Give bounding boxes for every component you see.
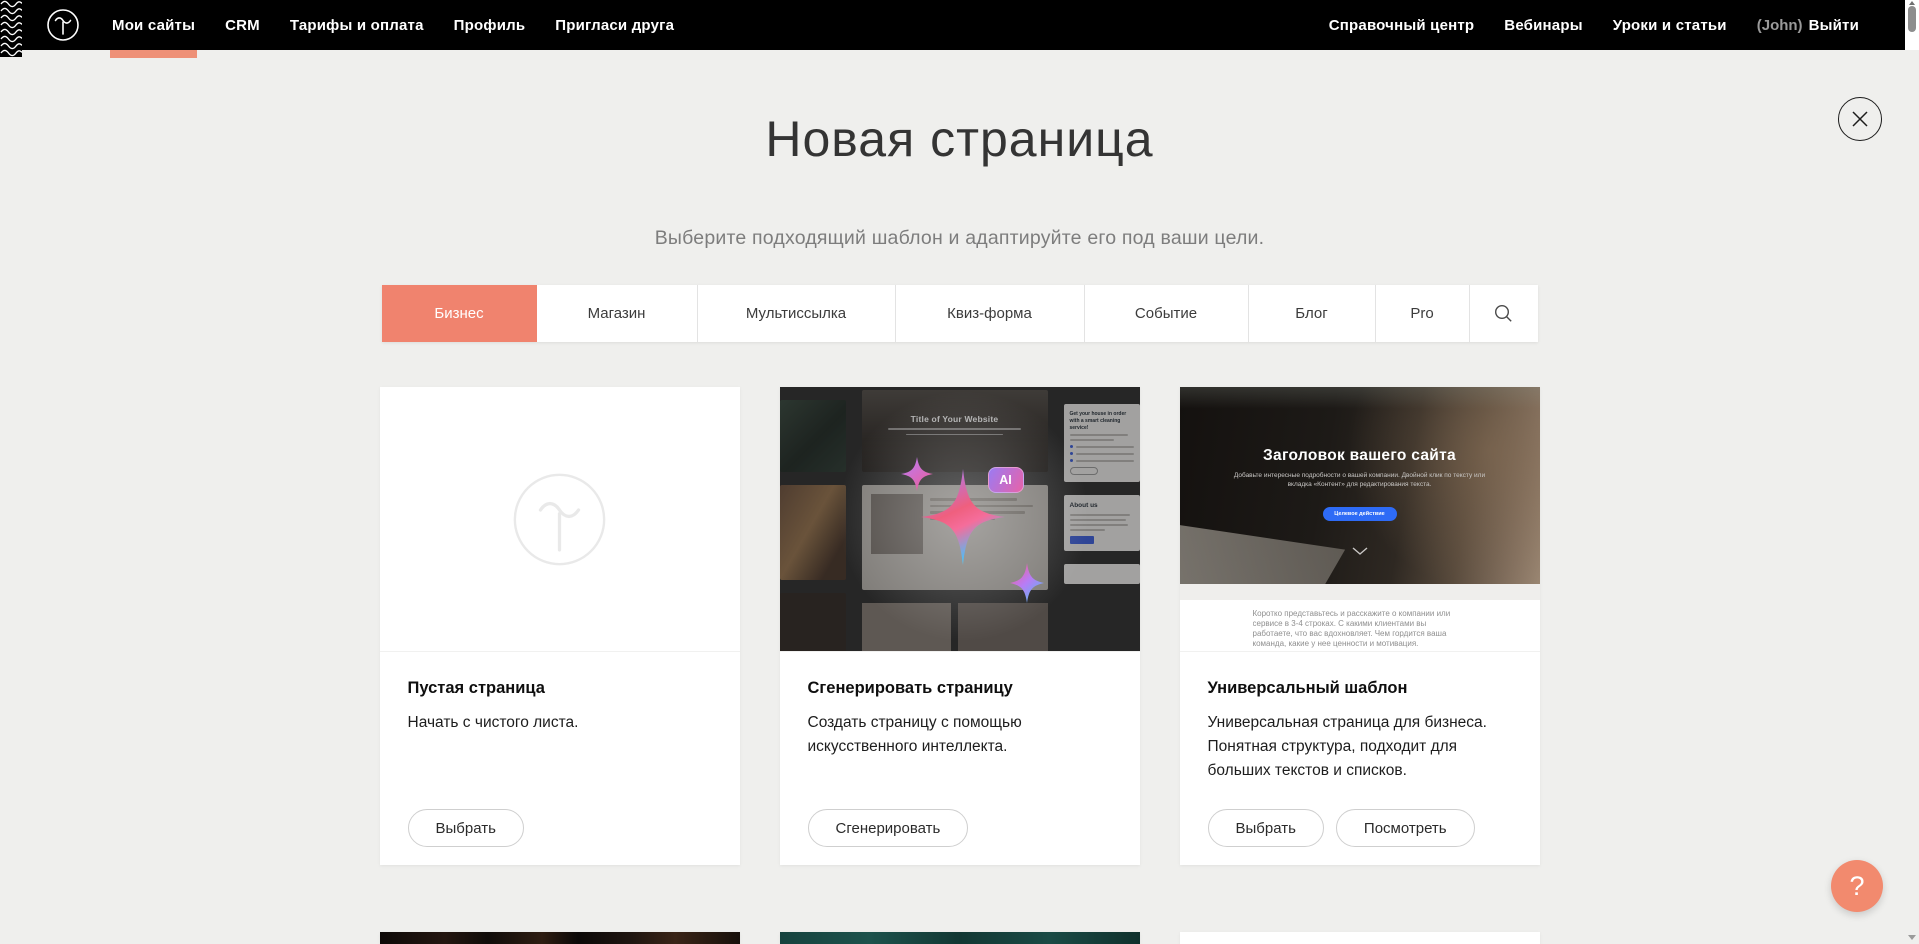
template-category-tabs: Бизнес Магазин Мультиссылка Квиз-форма С… bbox=[382, 285, 1538, 342]
tab-multilink[interactable]: Мультиссылка bbox=[698, 285, 896, 342]
tilda-logo[interactable] bbox=[43, 5, 83, 45]
chevron-down-icon bbox=[1352, 547, 1368, 555]
top-navbar: Мои сайты CRM Тарифы и оплата Профиль Пр… bbox=[0, 0, 1905, 50]
tab-blog[interactable]: Блог bbox=[1249, 285, 1376, 342]
tab-quiz-form[interactable]: Квиз-форма bbox=[896, 285, 1085, 342]
card-title: Универсальный шаблон bbox=[1208, 679, 1512, 698]
nav-invite-friend[interactable]: Пригласи друга bbox=[555, 0, 674, 50]
card-ai-generate: Title of Your Website bbox=[780, 387, 1140, 865]
new-page-dialog: Мои сайты CRM Тарифы и оплата Профиль Пр… bbox=[0, 0, 1919, 944]
close-button[interactable] bbox=[1838, 97, 1882, 141]
tilda-waves-decoration bbox=[0, 0, 22, 57]
page-subtitle: Выберите подходящий шаблон и адаптируйте… bbox=[0, 227, 1919, 250]
page-title: Новая страница bbox=[0, 110, 1919, 168]
close-icon bbox=[1850, 109, 1870, 129]
card-description: Начать с чистого листа. bbox=[408, 711, 712, 735]
search-icon bbox=[1493, 303, 1514, 324]
secondary-menu: Справочный центр Вебинары Уроки и статьи… bbox=[1329, 17, 1859, 34]
template-card-partial[interactable] bbox=[780, 932, 1140, 944]
universal-template-preview: Заголовок вашего сайта Добавьте интересн… bbox=[1180, 387, 1540, 652]
select-blank-button[interactable]: Выбрать bbox=[408, 809, 524, 847]
logout-link[interactable]: Выйти bbox=[1809, 17, 1859, 34]
ai-sparkles-icon bbox=[780, 387, 1140, 652]
template-hero-subtext: Добавьте интересные подробности о вашей … bbox=[1234, 472, 1486, 489]
main-menu: Мои сайты CRM Тарифы и оплата Профиль Пр… bbox=[112, 0, 674, 50]
generate-button[interactable]: Сгенерировать bbox=[808, 809, 969, 847]
template-cards-row-2 bbox=[380, 932, 1540, 944]
nav-profile[interactable]: Профиль bbox=[454, 0, 526, 50]
card-title: Пустая страница bbox=[408, 679, 712, 698]
tilda-watermark-icon bbox=[512, 472, 607, 567]
search-tab[interactable] bbox=[1470, 285, 1538, 342]
nav-my-sites[interactable]: Мои сайты bbox=[112, 0, 195, 50]
scrollbar-down-arrow[interactable] bbox=[1908, 935, 1916, 940]
card-universal-template: Заголовок вашего сайта Добавьте интересн… bbox=[1180, 387, 1540, 865]
template-cta-button: Целевое действие bbox=[1323, 507, 1397, 521]
nav-tariffs[interactable]: Тарифы и оплата bbox=[290, 0, 424, 50]
tab-business[interactable]: Бизнес bbox=[382, 285, 537, 342]
template-hero-heading: Заголовок вашего сайта bbox=[1180, 447, 1540, 465]
template-body-text: Коротко представьтесь и расскажите о ком… bbox=[1253, 609, 1467, 649]
help-button[interactable]: ? bbox=[1831, 860, 1883, 912]
template-card-partial[interactable] bbox=[380, 932, 740, 944]
template-cards-row: Пустая страница Начать с чистого листа. … bbox=[380, 387, 1540, 865]
template-card-partial[interactable] bbox=[1180, 932, 1540, 944]
card-blank-page: Пустая страница Начать с чистого листа. … bbox=[380, 387, 740, 865]
view-template-button[interactable]: Посмотреть bbox=[1336, 809, 1475, 847]
card-description: Универсальная страница для бизнеса. Поня… bbox=[1208, 711, 1512, 783]
template-hero: Заголовок вашего сайта Добавьте интересн… bbox=[1180, 387, 1540, 584]
nav-crm[interactable]: CRM bbox=[225, 0, 260, 50]
nav-lessons[interactable]: Уроки и статьи bbox=[1613, 17, 1727, 34]
select-template-button[interactable]: Выбрать bbox=[1208, 809, 1324, 847]
nav-help-center[interactable]: Справочный центр bbox=[1329, 17, 1475, 34]
tab-event[interactable]: Событие bbox=[1085, 285, 1249, 342]
ai-template-preview: Title of Your Website bbox=[780, 387, 1140, 652]
tab-pro[interactable]: Pro bbox=[1376, 285, 1470, 342]
card-title: Сгенерировать страницу bbox=[808, 679, 1112, 698]
user-chunk: (John) Выйти bbox=[1757, 17, 1859, 34]
scrollbar-thumb[interactable] bbox=[1908, 6, 1916, 32]
tab-store[interactable]: Магазин bbox=[537, 285, 698, 342]
card-description: Создать страницу с помощью искусственног… bbox=[808, 711, 1112, 759]
ai-badge: AI bbox=[988, 467, 1024, 493]
user-name: (John) bbox=[1757, 17, 1803, 34]
scrollbar-up-arrow[interactable] bbox=[1909, 1, 1915, 5]
blank-page-preview bbox=[380, 387, 740, 652]
nav-webinars[interactable]: Вебинары bbox=[1504, 17, 1582, 34]
